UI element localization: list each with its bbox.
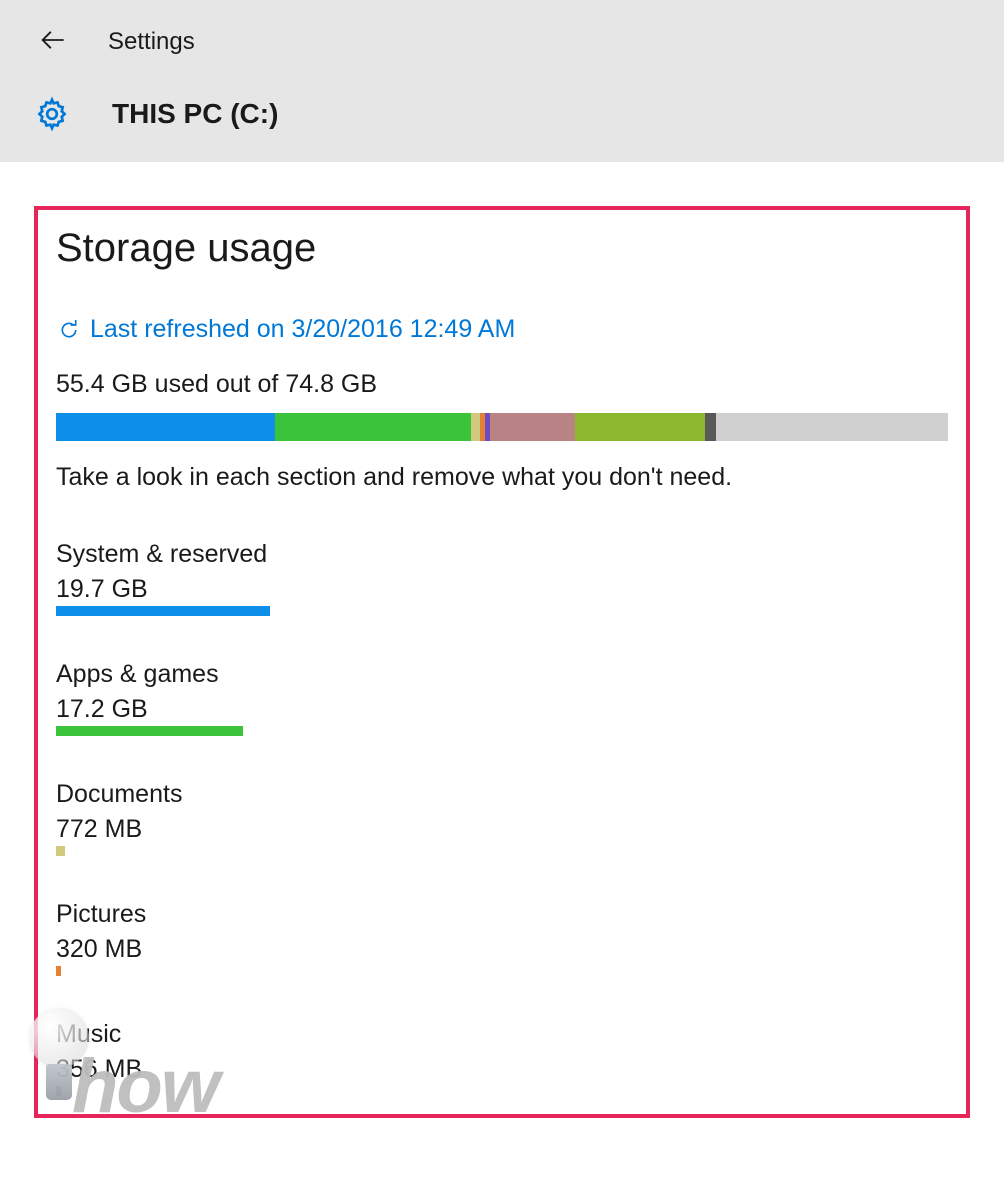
back-button[interactable] bbox=[32, 22, 72, 62]
category-name: Pictures bbox=[56, 900, 948, 929]
gear-icon bbox=[28, 90, 76, 138]
settings-header: Settings THIS PC (C:) bbox=[0, 0, 1004, 162]
category-name: Apps & games bbox=[56, 660, 948, 689]
storage-bar bbox=[56, 413, 948, 441]
page-title: Storage usage bbox=[56, 226, 948, 271]
category-bar bbox=[56, 966, 61, 976]
category-name: System & reserved bbox=[56, 540, 948, 569]
drive-title: THIS PC (C:) bbox=[112, 98, 278, 130]
storage-bar-segment bbox=[716, 413, 948, 441]
category-size: 17.2 GB bbox=[56, 695, 948, 724]
category-bar bbox=[56, 726, 243, 736]
highlighted-panel: Storage usage Last refreshed on 3/20/201… bbox=[34, 206, 970, 1118]
storage-bar-segment bbox=[275, 413, 471, 441]
storage-bar-segment bbox=[471, 413, 480, 441]
category-name: Music bbox=[56, 1020, 948, 1049]
category-item[interactable]: Apps & games 17.2 GB bbox=[56, 660, 948, 736]
refresh-icon bbox=[56, 317, 82, 343]
back-arrow-icon bbox=[38, 26, 66, 59]
storage-bar-segment bbox=[490, 413, 575, 441]
storage-bar-segment bbox=[56, 413, 275, 441]
category-bar bbox=[56, 606, 270, 616]
category-item[interactable]: Music 356 MB bbox=[56, 1020, 948, 1096]
usage-summary: 55.4 GB used out of 74.8 GB bbox=[56, 370, 948, 399]
refresh-link[interactable]: Last refreshed on 3/20/2016 12:49 AM bbox=[56, 315, 948, 344]
category-bar bbox=[56, 1086, 61, 1096]
category-size: 772 MB bbox=[56, 815, 948, 844]
header-sub-row: THIS PC (C:) bbox=[0, 84, 1004, 138]
category-size: 356 MB bbox=[56, 1055, 948, 1084]
header-top-row: Settings bbox=[0, 0, 1004, 84]
category-item[interactable]: Documents 772 MB bbox=[56, 780, 948, 856]
hint-text: Take a look in each section and remove w… bbox=[56, 463, 948, 492]
category-list: System & reserved 19.7 GB Apps & games 17.2… bbox=[56, 540, 948, 1096]
refresh-label: Last refreshed on 3/20/2016 12:49 AM bbox=[90, 315, 515, 344]
category-bar bbox=[56, 846, 65, 856]
content-area: Storage usage Last refreshed on 3/20/201… bbox=[0, 162, 1004, 1118]
category-size: 320 MB bbox=[56, 935, 948, 964]
category-size: 19.7 GB bbox=[56, 575, 948, 604]
category-name: Documents bbox=[56, 780, 948, 809]
nav-title: Settings bbox=[108, 28, 195, 56]
category-item[interactable]: Pictures 320 MB bbox=[56, 900, 948, 976]
storage-bar-segment bbox=[705, 413, 716, 441]
storage-bar-segment bbox=[575, 413, 705, 441]
category-item[interactable]: System & reserved 19.7 GB bbox=[56, 540, 948, 616]
